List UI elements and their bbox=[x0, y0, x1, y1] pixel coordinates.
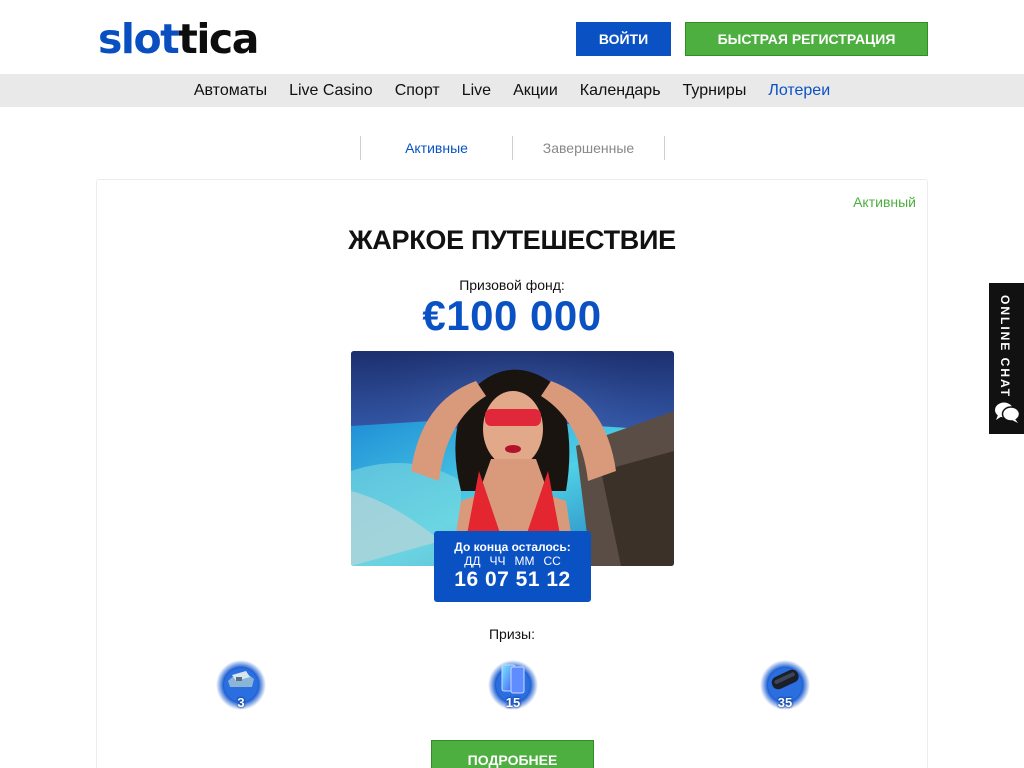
site-header: slot tica ВОЙТИ БЫСТРАЯ РЕГИСТРАЦИЯ bbox=[0, 0, 1024, 74]
nav-item-tournaments[interactable]: Турниры bbox=[672, 74, 758, 107]
prize-fund-amount: €100 000 bbox=[422, 292, 602, 339]
nav-item-live-casino[interactable]: Live Casino bbox=[278, 74, 384, 107]
prize-fund-label: Призовой фонд: bbox=[459, 277, 565, 293]
countdown-unit-seconds: СС bbox=[543, 554, 561, 568]
nav-item-promotions[interactable]: Акции bbox=[502, 74, 569, 107]
logo-text-part1: slot bbox=[98, 15, 180, 63]
prize-count: 35 bbox=[777, 695, 793, 710]
countdown-values: 16 07 51 12 bbox=[454, 568, 571, 591]
prize-item-phone[interactable]: 15 bbox=[488, 657, 538, 713]
countdown-timer: До конца осталось: ДД ЧЧ ММ СС 16 07 51 … bbox=[434, 531, 591, 602]
quick-register-button[interactable]: БЫСТРАЯ РЕГИСТРАЦИЯ bbox=[685, 22, 928, 56]
prize-count: 15 bbox=[505, 695, 521, 710]
countdown-unit-minutes: ММ bbox=[514, 554, 535, 568]
countdown-unit-hours: ЧЧ bbox=[489, 554, 506, 568]
tab-active[interactable]: Активные bbox=[361, 136, 512, 160]
countdown-title: До конца осталось: bbox=[454, 540, 571, 554]
prize-item-speaker[interactable]: 35 bbox=[760, 657, 810, 713]
nav-item-lotteries[interactable]: Лотереи bbox=[757, 74, 841, 107]
online-chat-label: ONLINE CHAT bbox=[998, 295, 1012, 399]
prize-item-trip[interactable]: 3 bbox=[216, 657, 266, 713]
status-badge: Активный bbox=[853, 194, 916, 210]
online-chat-widget[interactable]: ONLINE CHAT bbox=[989, 283, 1024, 434]
nav-item-slots[interactable]: Автоматы bbox=[183, 74, 278, 107]
lottery-title: ЖАРКОЕ ПУТЕШЕСТВИЕ bbox=[348, 225, 676, 255]
login-button[interactable]: ВОЙТИ bbox=[576, 22, 671, 56]
chat-bubbles-icon bbox=[995, 402, 1021, 423]
logo-text-part2: tica bbox=[178, 15, 259, 63]
tab-finished[interactable]: Завершенные bbox=[513, 136, 664, 160]
prize-count: 3 bbox=[237, 695, 245, 710]
main-nav: Автоматы Live Casino Спорт Live Акции Ка… bbox=[0, 74, 1024, 107]
nav-item-calendar[interactable]: Календарь bbox=[569, 74, 672, 107]
slottica-logo[interactable]: slot tica bbox=[98, 15, 259, 63]
lottery-card: Активный ЖАРКОЕ ПУТЕШЕСТВИЕ Призовой фон… bbox=[96, 179, 928, 768]
lottery-tabs: Активные Завершенные bbox=[360, 136, 665, 160]
countdown-unit-days: ДД bbox=[464, 554, 481, 568]
more-details-button[interactable]: ПОДРОБНЕЕ bbox=[431, 740, 594, 768]
nav-item-live[interactable]: Live bbox=[451, 74, 502, 107]
nav-item-sport[interactable]: Спорт bbox=[384, 74, 451, 107]
countdown-units: ДД ЧЧ ММ СС bbox=[434, 554, 591, 568]
prizes-label: Призы: bbox=[488, 626, 536, 642]
tab-divider bbox=[664, 136, 665, 160]
